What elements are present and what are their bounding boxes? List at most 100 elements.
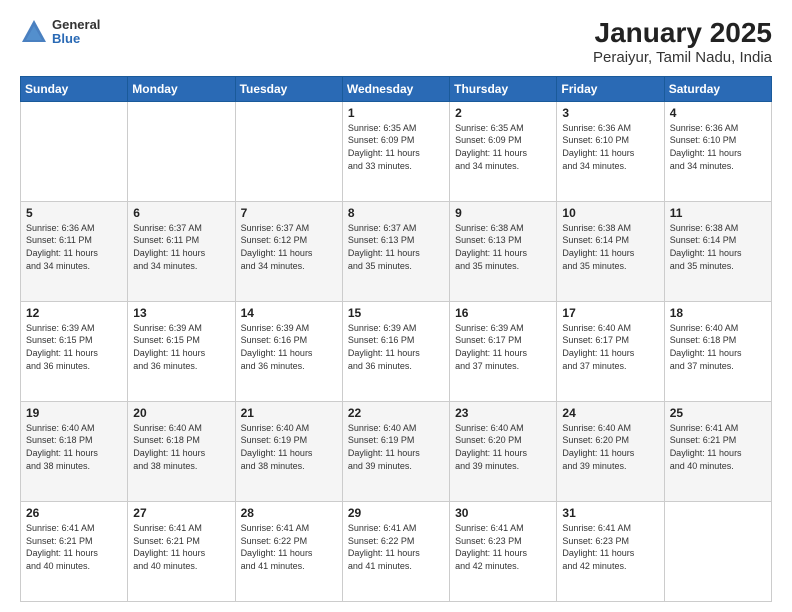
calendar-cell: 24 Sunrise: 6:40 AM Sunset: 6:20 PM Dayli… — [557, 401, 664, 501]
day-number: 18 — [670, 306, 766, 320]
calendar-cell — [128, 101, 235, 201]
day-number: 17 — [562, 306, 658, 320]
day-info: Sunrise: 6:36 AM Sunset: 6:11 PM Dayligh… — [26, 222, 122, 272]
day-number: 23 — [455, 406, 551, 420]
page: General Blue January 2025 Peraiyur, Tami… — [0, 0, 792, 612]
header: General Blue January 2025 Peraiyur, Tami… — [20, 18, 772, 66]
day-info: Sunrise: 6:41 AM Sunset: 6:23 PM Dayligh… — [562, 522, 658, 572]
day-number: 20 — [133, 406, 229, 420]
day-number: 8 — [348, 206, 444, 220]
calendar-cell: 31 Sunrise: 6:41 AM Sunset: 6:23 PM Dayli… — [557, 501, 664, 601]
day-info: Sunrise: 6:39 AM Sunset: 6:15 PM Dayligh… — [133, 322, 229, 372]
calendar-cell: 25Sunrise: 6:41 AM Sunset: 6:21 PM Dayli… — [664, 401, 771, 501]
day-info: Sunrise: 6:37 AM Sunset: 6:12 PM Dayligh… — [241, 222, 337, 272]
logo: General Blue — [20, 18, 100, 47]
day-info: Sunrise: 6:38 AM Sunset: 6:14 PM Dayligh… — [562, 222, 658, 272]
day-number: 21 — [241, 406, 337, 420]
calendar-cell: 28Sunrise: 6:41 AM Sunset: 6:22 PM Dayli… — [235, 501, 342, 601]
day-number: 3 — [562, 106, 658, 120]
day-number: 28 — [241, 506, 337, 520]
day-info: Sunrise: 6:35 AM Sunset: 6:09 PM Dayligh… — [348, 122, 444, 172]
day-info: Sunrise: 6:41 AM Sunset: 6:21 PM Dayligh… — [26, 522, 122, 572]
calendar-cell: 8 Sunrise: 6:37 AM Sunset: 6:13 PM Daylig… — [342, 201, 449, 301]
title-block: January 2025 Peraiyur, Tamil Nadu, India — [593, 18, 772, 66]
calendar-cell: 5 Sunrise: 6:36 AM Sunset: 6:11 PM Daylig… — [21, 201, 128, 301]
day-info: Sunrise: 6:40 AM Sunset: 6:20 PM Dayligh… — [455, 422, 551, 472]
calendar-cell: 1 Sunrise: 6:35 AM Sunset: 6:09 PM Daylig… — [342, 101, 449, 201]
calendar-cell: 29 Sunrise: 6:41 AM Sunset: 6:22 PM Dayli… — [342, 501, 449, 601]
calendar-cell: 6Sunrise: 6:37 AM Sunset: 6:11 PM Daylig… — [128, 201, 235, 301]
weekday-header-wednesday: Wednesday — [342, 76, 449, 101]
calendar-cell: 22 Sunrise: 6:40 AM Sunset: 6:19 PM Dayli… — [342, 401, 449, 501]
day-info: Sunrise: 6:36 AM Sunset: 6:10 PM Dayligh… — [670, 122, 766, 172]
day-info: Sunrise: 6:40 AM Sunset: 6:18 PM Dayligh… — [26, 422, 122, 472]
day-number: 24 — [562, 406, 658, 420]
calendar-cell: 26 Sunrise: 6:41 AM Sunset: 6:21 PM Dayli… — [21, 501, 128, 601]
weekday-header-friday: Friday — [557, 76, 664, 101]
calendar-cell: 20Sunrise: 6:40 AM Sunset: 6:18 PM Dayli… — [128, 401, 235, 501]
day-info: Sunrise: 6:41 AM Sunset: 6:23 PM Dayligh… — [455, 522, 551, 572]
day-number: 6 — [133, 206, 229, 220]
day-info: Sunrise: 6:39 AM Sunset: 6:15 PM Dayligh… — [26, 322, 122, 372]
calendar-week-row: 19 Sunrise: 6:40 AM Sunset: 6:18 PM Dayli… — [21, 401, 772, 501]
day-number: 19 — [26, 406, 122, 420]
day-number: 14 — [241, 306, 337, 320]
calendar-cell: 12 Sunrise: 6:39 AM Sunset: 6:15 PM Dayli… — [21, 301, 128, 401]
calendar-cell: 16Sunrise: 6:39 AM Sunset: 6:17 PM Dayli… — [450, 301, 557, 401]
day-info: Sunrise: 6:40 AM Sunset: 6:17 PM Dayligh… — [562, 322, 658, 372]
calendar-subtitle: Peraiyur, Tamil Nadu, India — [593, 49, 772, 66]
calendar-cell: 19 Sunrise: 6:40 AM Sunset: 6:18 PM Dayli… — [21, 401, 128, 501]
day-number: 15 — [348, 306, 444, 320]
calendar-title: January 2025 — [593, 18, 772, 49]
weekday-header-sunday: Sunday — [21, 76, 128, 101]
calendar-cell: 17 Sunrise: 6:40 AM Sunset: 6:17 PM Dayli… — [557, 301, 664, 401]
day-info: Sunrise: 6:41 AM Sunset: 6:21 PM Dayligh… — [133, 522, 229, 572]
day-number: 11 — [670, 206, 766, 220]
day-info: Sunrise: 6:41 AM Sunset: 6:22 PM Dayligh… — [348, 522, 444, 572]
day-info: Sunrise: 6:40 AM Sunset: 6:19 PM Dayligh… — [348, 422, 444, 472]
calendar-week-row: 5 Sunrise: 6:36 AM Sunset: 6:11 PM Daylig… — [21, 201, 772, 301]
day-number: 31 — [562, 506, 658, 520]
day-info: Sunrise: 6:35 AM Sunset: 6:09 PM Dayligh… — [455, 122, 551, 172]
calendar-cell: 23 Sunrise: 6:40 AM Sunset: 6:20 PM Dayli… — [450, 401, 557, 501]
weekday-header-tuesday: Tuesday — [235, 76, 342, 101]
day-number: 9 — [455, 206, 551, 220]
day-info: Sunrise: 6:38 AM Sunset: 6:13 PM Dayligh… — [455, 222, 551, 272]
calendar-cell — [664, 501, 771, 601]
day-number: 5 — [26, 206, 122, 220]
calendar-cell: 27Sunrise: 6:41 AM Sunset: 6:21 PM Dayli… — [128, 501, 235, 601]
calendar-cell — [21, 101, 128, 201]
day-number: 22 — [348, 406, 444, 420]
day-info: Sunrise: 6:40 AM Sunset: 6:20 PM Dayligh… — [562, 422, 658, 472]
weekday-header-thursday: Thursday — [450, 76, 557, 101]
calendar-cell: 2Sunrise: 6:35 AM Sunset: 6:09 PM Daylig… — [450, 101, 557, 201]
calendar-cell: 3Sunrise: 6:36 AM Sunset: 6:10 PM Daylig… — [557, 101, 664, 201]
day-number: 26 — [26, 506, 122, 520]
calendar-cell: 4 Sunrise: 6:36 AM Sunset: 6:10 PM Daylig… — [664, 101, 771, 201]
calendar-week-row: 26 Sunrise: 6:41 AM Sunset: 6:21 PM Dayli… — [21, 501, 772, 601]
calendar-cell: 7 Sunrise: 6:37 AM Sunset: 6:12 PM Daylig… — [235, 201, 342, 301]
calendar-cell: 21 Sunrise: 6:40 AM Sunset: 6:19 PM Dayli… — [235, 401, 342, 501]
day-number: 12 — [26, 306, 122, 320]
calendar-cell: 11Sunrise: 6:38 AM Sunset: 6:14 PM Dayli… — [664, 201, 771, 301]
day-info: Sunrise: 6:41 AM Sunset: 6:21 PM Dayligh… — [670, 422, 766, 472]
weekday-header-saturday: Saturday — [664, 76, 771, 101]
day-number: 10 — [562, 206, 658, 220]
weekday-header-row: SundayMondayTuesdayWednesdayThursdayFrid… — [21, 76, 772, 101]
day-number: 1 — [348, 106, 444, 120]
day-number: 4 — [670, 106, 766, 120]
calendar-cell: 18Sunrise: 6:40 AM Sunset: 6:18 PM Dayli… — [664, 301, 771, 401]
calendar-table: SundayMondayTuesdayWednesdayThursdayFrid… — [20, 76, 772, 602]
day-number: 29 — [348, 506, 444, 520]
calendar-week-row: 12 Sunrise: 6:39 AM Sunset: 6:15 PM Dayli… — [21, 301, 772, 401]
day-number: 7 — [241, 206, 337, 220]
calendar-cell: 14Sunrise: 6:39 AM Sunset: 6:16 PM Dayli… — [235, 301, 342, 401]
calendar-cell: 15Sunrise: 6:39 AM Sunset: 6:16 PM Dayli… — [342, 301, 449, 401]
day-info: Sunrise: 6:40 AM Sunset: 6:19 PM Dayligh… — [241, 422, 337, 472]
logo-text: General Blue — [52, 18, 100, 47]
day-number: 16 — [455, 306, 551, 320]
day-info: Sunrise: 6:37 AM Sunset: 6:13 PM Dayligh… — [348, 222, 444, 272]
logo-icon — [20, 18, 48, 46]
calendar-cell: 13Sunrise: 6:39 AM Sunset: 6:15 PM Dayli… — [128, 301, 235, 401]
logo-blue-text: Blue — [52, 32, 100, 46]
